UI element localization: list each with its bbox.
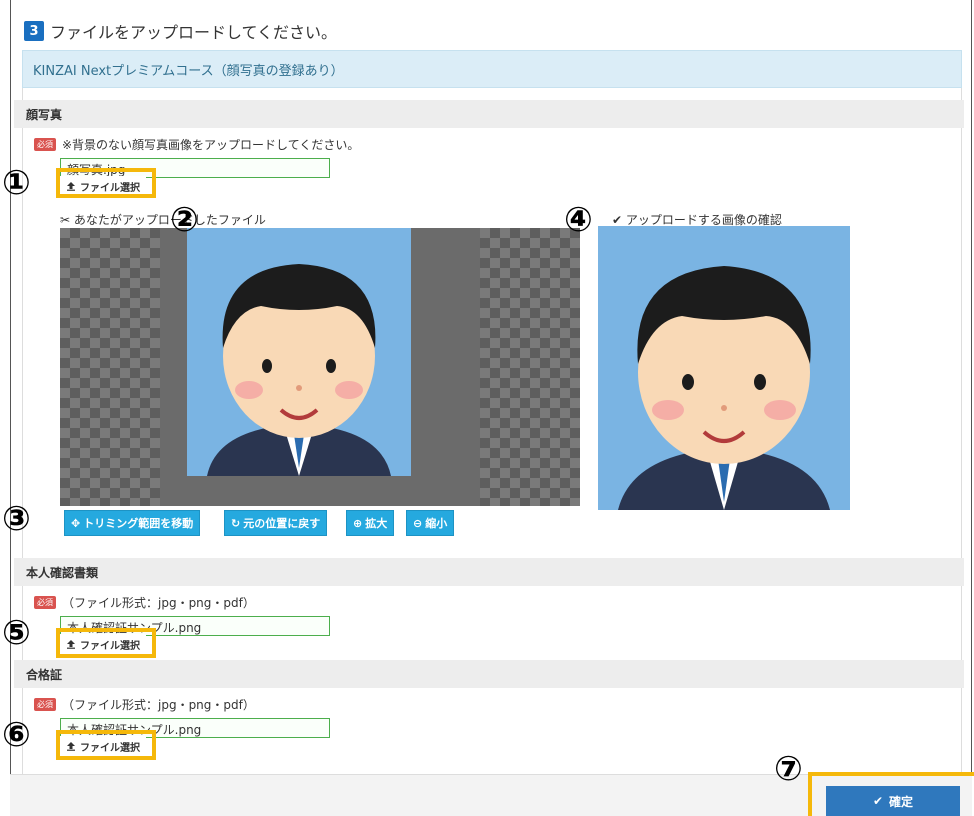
move-icon: ✥ bbox=[71, 516, 81, 530]
required-badge: 必須 bbox=[34, 138, 56, 151]
highlight-frame-6 bbox=[56, 730, 156, 760]
photo-note: 必須 ※背景のない顔写真画像をアップロードしてください。 bbox=[34, 136, 359, 153]
marker-6: ⑥ bbox=[2, 715, 31, 755]
step-header: 3 ファイルをアップロードしてください。 bbox=[24, 18, 337, 44]
id-doc-note: 必須 （ファイル形式：jpg・png・pdf） bbox=[34, 594, 255, 611]
marker-2: ② bbox=[170, 200, 199, 240]
id-doc-note-text: （ファイル形式：jpg・png・pdf） bbox=[62, 596, 255, 610]
step-title: ファイルをアップロードしてください。 bbox=[50, 23, 338, 42]
photo-note-text: ※背景のない顔写真画像をアップロードしてください。 bbox=[62, 138, 360, 152]
marker-4: ④ bbox=[564, 200, 593, 240]
required-badge: 必須 bbox=[34, 698, 56, 711]
highlight-frame-5 bbox=[56, 628, 156, 658]
zoom-out-button[interactable]: ⊖ 縮小 bbox=[406, 510, 455, 536]
marker-1: ① bbox=[2, 163, 31, 203]
check-icon: ✔ bbox=[612, 213, 623, 227]
certificate-section-heading: 合格証 bbox=[14, 660, 964, 688]
highlight-frame-7 bbox=[808, 772, 974, 816]
highlight-frame-1 bbox=[56, 168, 156, 198]
reset-position-button[interactable]: ↻ 元の位置に戻す bbox=[224, 510, 328, 536]
preview-portrait-image bbox=[598, 226, 850, 510]
image-cropper-area[interactable] bbox=[60, 228, 580, 506]
refresh-icon: ↻ bbox=[231, 516, 241, 530]
zoom-out-icon: ⊖ bbox=[413, 516, 423, 530]
cropped-portrait-image[interactable] bbox=[187, 228, 411, 476]
scissors-icon: ✂ bbox=[60, 213, 71, 227]
certificate-note: 必須 （ファイル形式：jpg・png・pdf） bbox=[34, 696, 255, 713]
marker-5: ⑤ bbox=[2, 613, 31, 653]
uploaded-file-caption: ✂ あなたがアップロードしたファイル bbox=[60, 213, 266, 227]
step-number-badge: 3 bbox=[24, 21, 44, 41]
id-doc-section-heading: 本人確認書類 bbox=[14, 558, 964, 586]
marker-7: ⑦ bbox=[774, 749, 803, 789]
course-name-bar: KINZAI Nextプレミアムコース（顔写真の登録あり） bbox=[22, 50, 962, 88]
marker-3: ③ bbox=[2, 499, 31, 539]
zoom-in-button[interactable]: ⊕ 拡大 bbox=[346, 510, 395, 536]
certificate-note-text: （ファイル形式：jpg・png・pdf） bbox=[62, 698, 255, 712]
move-crop-button[interactable]: ✥ トリミング範囲を移動 bbox=[64, 510, 201, 536]
zoom-in-icon: ⊕ bbox=[353, 516, 363, 530]
photo-section-heading: 顔写真 bbox=[14, 100, 964, 128]
required-badge: 必須 bbox=[34, 596, 56, 609]
